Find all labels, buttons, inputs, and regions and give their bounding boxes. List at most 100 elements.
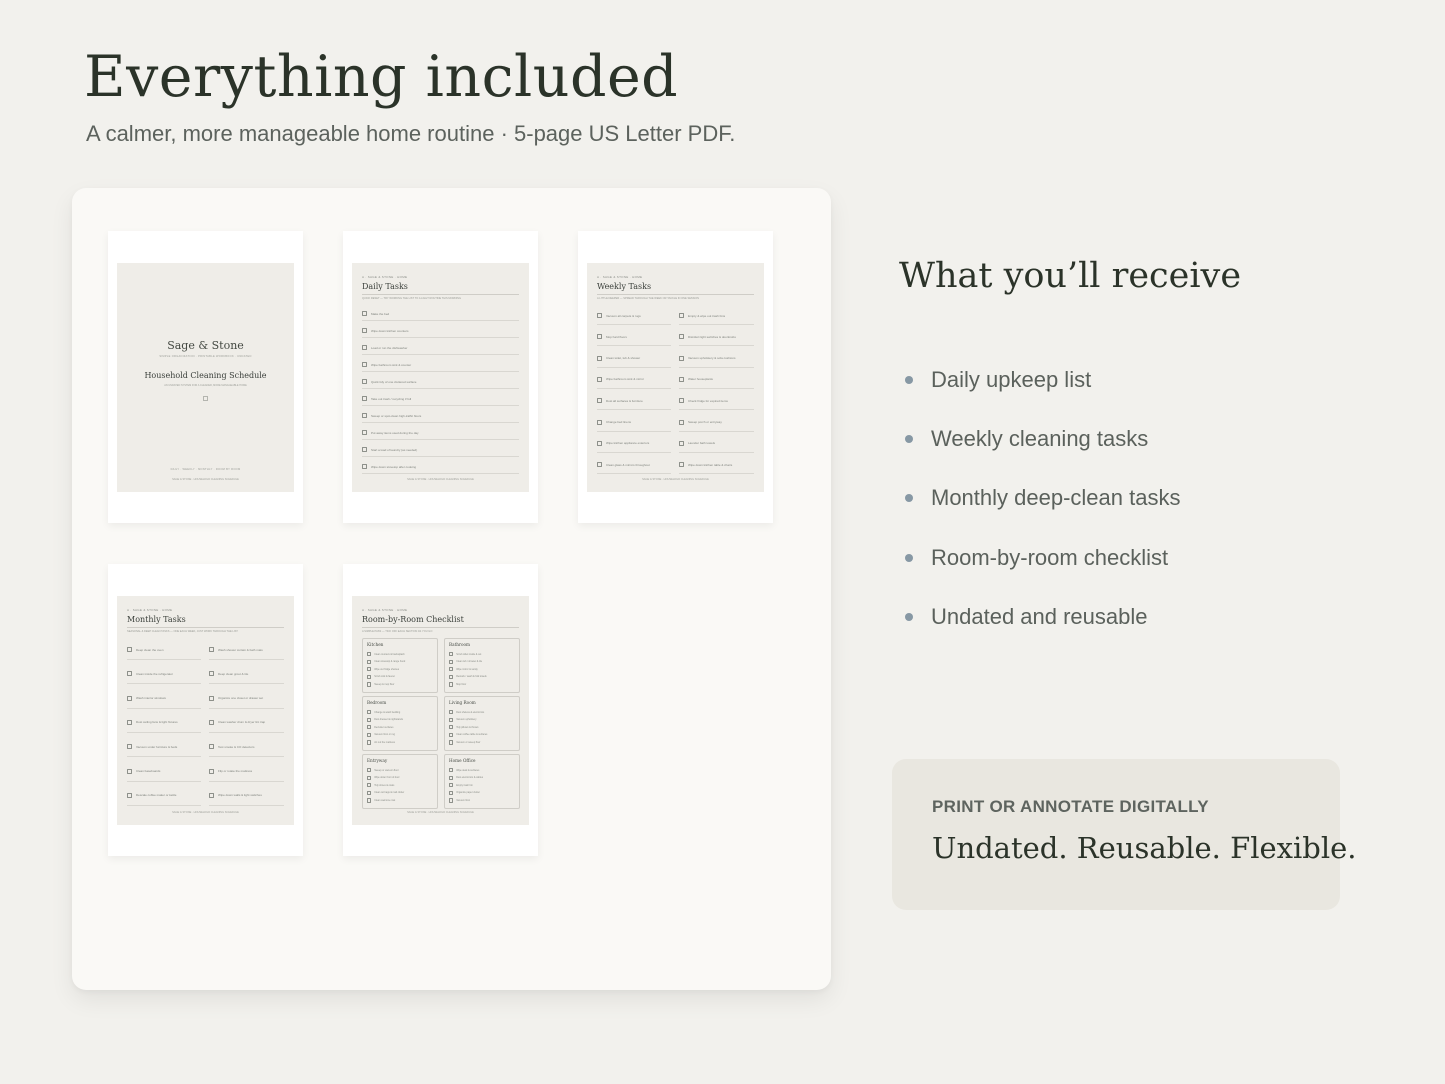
row-divider: [597, 473, 671, 475]
checklist-item: Empty & wipe out trash bins: [679, 313, 725, 318]
checkbox-icon: [362, 311, 367, 316]
page-note: SEASONAL & DEEP CLEAN TASKS — ONE EACH W…: [127, 630, 238, 633]
page-footer: SAGE & STONE · HOUSEHOLD CLEANING SCHEDU…: [172, 811, 239, 814]
row-divider: [362, 422, 519, 423]
checklist-item-label: Quick tidy of one cluttered surface: [371, 379, 417, 384]
row-divider: [209, 659, 284, 660]
checklist-item-label: Sweep or vacuum floor: [374, 768, 399, 772]
row-divider: [127, 707, 201, 709]
checklist-item-label: Load or run the dishwasher: [371, 345, 408, 350]
checklist-item: Organize paper clutter: [449, 790, 480, 795]
room-name: Kitchen: [367, 642, 384, 647]
page-footer: SAGE & STONE · HOUSEHOLD CLEANING SCHEDU…: [172, 478, 239, 481]
room-name: Bathroom: [449, 642, 470, 647]
checkbox-icon: [127, 768, 132, 774]
checkbox-icon: [127, 695, 132, 701]
row-divider: [679, 324, 754, 325]
checklist-item-label: Deep clean the oven: [136, 647, 164, 652]
checkbox-icon: [449, 710, 454, 715]
row-divider: [209, 731, 284, 733]
checklist-item-label: Put away items used during the day: [371, 430, 419, 435]
row-divider: [362, 371, 519, 372]
list-item-label: Daily upkeep list: [931, 366, 1092, 392]
callout-card: PRINT OR ANNOTATE DIGITALLY Undated. Reu…: [892, 759, 1356, 910]
checkbox-icon: [209, 792, 214, 798]
checkbox-icon: [597, 419, 602, 425]
checkbox-icon: [367, 725, 372, 730]
checklist-item: Vacuum floor or rug: [367, 732, 395, 737]
page-tag: A · SAGE & STONE · HOME: [127, 608, 173, 612]
checklist-item: Dust dresser & nightstands: [367, 717, 403, 722]
room-name: Bedroom: [367, 700, 387, 705]
row-divider: [362, 354, 519, 355]
checklist-item: Test smoke & CO detectors: [209, 744, 255, 750]
list-item: Monthly deep-clean tasks: [905, 469, 1180, 528]
checklist-item-label: Wipe kitchen appliance exteriors: [606, 441, 650, 446]
checklist-item: Water houseplants: [679, 376, 713, 382]
row-divider: [127, 780, 201, 782]
checklist-item: Wipe down walls & light switches: [209, 792, 262, 798]
checkbox-icon: [597, 376, 602, 382]
rooms-page-preview: A · SAGE & STONE · HOME Room-by-Room Che…: [343, 564, 538, 856]
room-box: Bathroom Scrub toilet inside & out Clean t…: [444, 638, 520, 693]
checklist-item: Clean washer drum & dryer lint trap: [209, 719, 265, 725]
checkbox-icon: [597, 313, 602, 318]
checklist-item-label: Start a load of laundry (as needed): [371, 447, 418, 452]
page-heading: Daily Tasks: [362, 282, 408, 291]
checklist-item: Dust ceiling fans & light fixtures: [127, 719, 178, 725]
checklist-item: Vacuum upholstery: [449, 717, 476, 722]
checklist-item: Scrub toilet inside & out: [449, 652, 481, 657]
checklist-item-label: Sweep & mop floor: [374, 682, 395, 686]
checkbox-icon: [367, 783, 372, 788]
checkbox-icon: [449, 768, 454, 773]
page-heading: Monthly Tasks: [127, 615, 186, 624]
checkbox-icon: [679, 398, 684, 404]
page-note: QUICK RESET — TRY WORKING THE LIST TO A …: [362, 297, 461, 300]
checklist-item-label: Organize one closet or drawer set: [218, 696, 264, 701]
cover-nav: DAILY · WEEKLY · MONTHLY · ROOM BY ROOM: [170, 468, 241, 471]
checklist-item: Wipe down stovetop after cooking: [362, 464, 416, 469]
checkbox-icon: [367, 682, 372, 687]
monthly-page-content: A · SAGE & STONE · HOME Monthly Tasks SE…: [117, 596, 294, 825]
checklist-item-label: Dust dresser & nightstands: [374, 718, 403, 722]
checklist-item: Clean stovetop & range hood: [367, 659, 405, 664]
checklist-item: Clear counters & backsplash: [367, 652, 405, 657]
row-divider: [127, 731, 201, 733]
checklist-item: Flip or rotate the mattress: [209, 768, 253, 774]
checklist-item-label: Deep clean grout & tile: [218, 671, 249, 676]
checklist-item: Vacuum or sweep floor: [449, 740, 480, 745]
checkbox-icon: [597, 355, 602, 361]
list-item: Room-by-room checklist: [905, 528, 1180, 587]
weekly-page-preview: A · SAGE & STONE · HOME Weekly Tasks A L…: [578, 231, 773, 523]
checklist-item-label: Vacuum all carpets & rugs: [606, 313, 641, 318]
checklist-item: Wipe kitchen appliance exteriors: [597, 440, 650, 446]
checkbox-icon: [209, 647, 214, 652]
checklist-item-label: Take out trash / recycling if full: [371, 396, 412, 401]
checkbox-icon: [367, 768, 372, 773]
checkbox-icon: [367, 717, 372, 722]
checklist-item: Empty trash bin: [449, 783, 473, 788]
cover-subtitle: AN UNDATED SYSTEM FOR A CLEANER, MORE MA…: [164, 384, 247, 387]
checklist-item: Clean toilet, tub & shower: [597, 355, 640, 361]
checklist-item: Clean baseboards: [127, 768, 160, 774]
page-subtitle: A calmer, more manageable home routine ·…: [86, 121, 736, 146]
list-item-label: Weekly cleaning tasks: [931, 425, 1149, 451]
checkbox-icon: [127, 647, 132, 652]
row-divider: [209, 780, 284, 782]
checkbox-icon: [367, 740, 372, 745]
checklist-item-label: Wipe down kitchen table & chairs: [688, 462, 733, 467]
checklist-item-label: Clean glass & mirrors throughout: [606, 462, 650, 467]
room-box: Entryway Sweep or vacuum floor Wipe down f…: [362, 754, 438, 809]
checklist-item-label: Flip or rotate the mattress: [218, 769, 253, 773]
checkbox-icon: [679, 313, 684, 318]
checkbox-icon: [449, 659, 454, 664]
checklist-item: Scrub sink & faucet: [367, 674, 395, 679]
row-divider: [679, 345, 754, 347]
checklist-item-label: Make the bed: [371, 311, 390, 316]
checklist-item: Tidy shoes & coats: [367, 783, 394, 788]
page-footer: SAGE & STONE · HOUSEHOLD CLEANING SCHEDU…: [407, 478, 474, 481]
list-item: Undated and reusable: [905, 587, 1180, 646]
checklist-item-label: Descale coffee maker or kettle: [136, 793, 177, 798]
row-divider: [597, 324, 671, 325]
checklist-item: Deep clean grout & tile: [209, 671, 249, 677]
